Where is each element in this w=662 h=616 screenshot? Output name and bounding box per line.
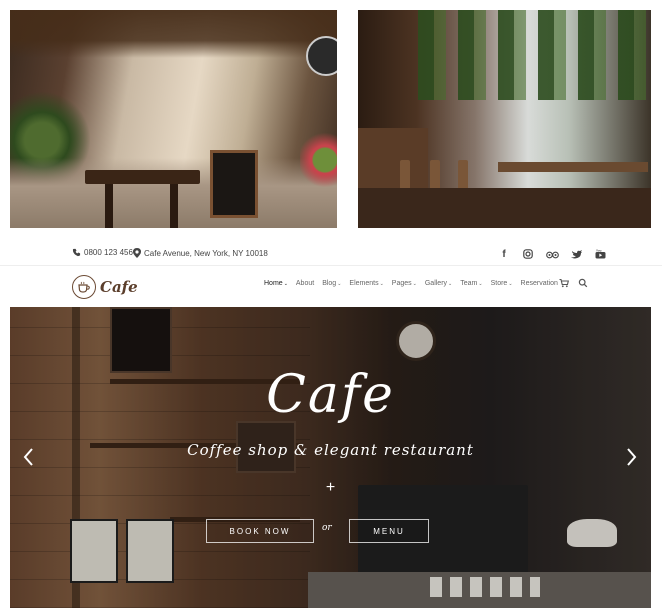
hero-plus-divider: + (325, 479, 336, 496)
chevron-down-icon: ⌄ (337, 281, 342, 287)
chevron-right-icon[interactable] (624, 447, 638, 467)
nav-item-home[interactable]: Home⌄ (264, 280, 288, 287)
svg-text:You: You (596, 249, 602, 253)
nav-item-elements[interactable]: Elements⌄ (349, 280, 383, 287)
chevron-down-icon: ⌄ (508, 281, 513, 287)
hero-title: Cafe (266, 365, 395, 425)
nav-item-label: Blog (322, 280, 337, 287)
nav-item-gallery[interactable]: Gallery⌄ (425, 280, 452, 287)
nav-item-label: Team (460, 280, 478, 287)
nav-item-label: Gallery (424, 280, 448, 287)
or-text: or (322, 523, 332, 533)
nav-item-about[interactable]: About (296, 280, 314, 287)
cart-icon[interactable] (559, 278, 569, 288)
youtube-icon[interactable]: You (593, 247, 607, 261)
nav-item-reservation[interactable]: Reservation (521, 280, 558, 287)
twitter-icon[interactable] (569, 247, 583, 261)
phone-icon (72, 248, 81, 257)
phone-info[interactable]: 0800 123 456 (72, 248, 133, 257)
nav-item-team[interactable]: Team⌄ (460, 280, 482, 287)
logo-text: Cafe (100, 278, 138, 296)
tripadvisor-icon[interactable] (545, 247, 559, 261)
address-info[interactable]: Cafe Avenue, New York, NY 10018 (133, 248, 268, 258)
map-pin-icon (133, 248, 141, 258)
chevron-down-icon: ⌄ (448, 281, 453, 287)
main-navigation: Cafe Home⌄ About Blog⌄ Elements⌄ Pages⌄ … (0, 265, 662, 304)
chevron-down-icon: ⌄ (478, 281, 483, 287)
hero-subtitle: Coffee shop & elegant restaurant (187, 441, 474, 459)
chevron-down-icon: ⌄ (283, 281, 288, 287)
nav-item-label: Home (264, 280, 283, 287)
instagram-icon[interactable] (521, 247, 535, 261)
nav-item-pages[interactable]: Pages⌄ (392, 280, 417, 287)
phone-number: 0800 123 456 (84, 248, 133, 257)
chevron-down-icon: ⌄ (379, 281, 384, 287)
facebook-icon[interactable]: f (497, 247, 511, 261)
social-links: f You (497, 247, 607, 261)
nav-item-label: Pages (391, 280, 412, 287)
photo-cafe-interior (358, 10, 651, 228)
menu-button[interactable]: MENU (349, 519, 429, 543)
nav-item-label: Elements (349, 280, 379, 287)
photo-street-cafe (10, 10, 337, 228)
nav-item-blog[interactable]: Blog⌄ (322, 280, 341, 287)
address-text: Cafe Avenue, New York, NY 10018 (144, 248, 268, 258)
coffee-cup-icon (72, 275, 96, 299)
top-info-bar: 0800 123 456 Cafe Avenue, New York, NY 1… (0, 244, 662, 264)
nav-item-label: About (295, 280, 315, 287)
book-now-button[interactable]: BOOK NOW (206, 519, 314, 543)
chevron-down-icon: ⌄ (412, 281, 417, 287)
nav-item-label: Store (490, 280, 508, 287)
nav-item-store[interactable]: Store⌄ (491, 280, 513, 287)
search-icon[interactable] (578, 278, 588, 288)
hero-slider: Cafe Coffee shop & elegant restaurant + … (10, 307, 651, 608)
nav-menu: Home⌄ About Blog⌄ Elements⌄ Pages⌄ Galle… (264, 280, 558, 287)
chevron-left-icon[interactable] (22, 447, 36, 467)
logo[interactable]: Cafe (72, 275, 138, 299)
nav-item-label: Reservation (520, 280, 558, 287)
